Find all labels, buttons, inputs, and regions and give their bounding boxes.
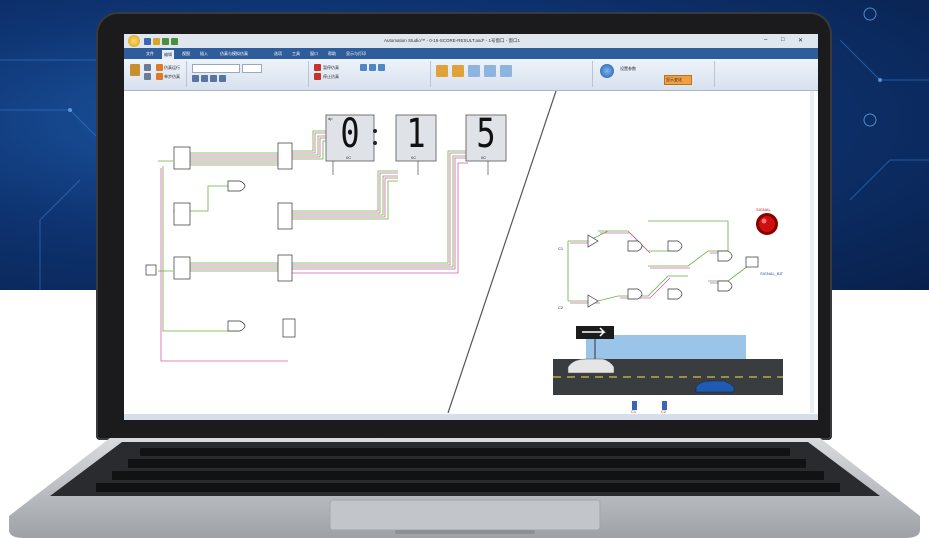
digit-label-2: 0C bbox=[411, 155, 417, 160]
undo-icon[interactable] bbox=[162, 38, 169, 45]
ribbon-group-draw: 暂停仿真 停止仿真 bbox=[310, 61, 431, 87]
step-simulation-icon[interactable] bbox=[156, 73, 163, 80]
diagram-canvas[interactable]: 0 : 1 5 dp 0C 0C 0C SIGNAL C1 C2 SIGNAL_… bbox=[128, 90, 814, 414]
tab-insert[interactable]: 插入 bbox=[200, 51, 208, 57]
digit-ones: 1 bbox=[406, 111, 426, 157]
car-icon bbox=[695, 380, 735, 393]
tab-display-print[interactable]: 显示与打印 bbox=[346, 51, 366, 57]
line-tool-icon[interactable] bbox=[360, 64, 367, 71]
status-bar bbox=[124, 414, 818, 420]
rect-tool-icon[interactable] bbox=[369, 64, 376, 71]
ribbon-group-format bbox=[188, 61, 309, 87]
pause-icon[interactable] bbox=[314, 64, 321, 71]
ribbon-group-clipboard: 仿真运行 单步仿真 bbox=[126, 61, 187, 87]
size-select[interactable] bbox=[242, 64, 262, 73]
digit-label-1: 0C bbox=[346, 155, 352, 160]
tab-help[interactable]: 帮助 bbox=[328, 51, 336, 57]
bold-icon[interactable] bbox=[192, 75, 199, 82]
car-icon bbox=[567, 358, 615, 374]
circle-tool-icon[interactable] bbox=[378, 64, 385, 71]
tab-view[interactable]: 视图 bbox=[182, 51, 190, 57]
close-button[interactable]: ✕ bbox=[798, 37, 803, 44]
tab-options[interactable]: 选项 bbox=[274, 51, 282, 57]
ungroup-icon[interactable] bbox=[484, 65, 496, 77]
tab-file[interactable]: 文件 bbox=[146, 51, 154, 57]
display-changes-label[interactable]: 显示变化 bbox=[666, 77, 682, 83]
group-icon[interactable] bbox=[468, 65, 480, 77]
ribbon-group-arrange bbox=[432, 61, 593, 87]
pause-label[interactable]: 暂停仿真 bbox=[323, 65, 339, 71]
run-simulation-label[interactable]: 仿真运行 bbox=[164, 65, 180, 71]
circuit-diagram bbox=[145, 90, 783, 414]
cut-icon[interactable] bbox=[144, 64, 151, 71]
sensor-label-c1: C1 bbox=[558, 246, 564, 251]
tab-tools[interactable]: 工具 bbox=[292, 51, 300, 57]
digit-pin-label: dp bbox=[328, 116, 333, 121]
database-icon[interactable] bbox=[600, 64, 614, 78]
tab-simulation[interactable]: 仿真与模拟仿真 bbox=[220, 51, 248, 57]
sensor-label-c2: C2 bbox=[558, 305, 564, 310]
align-icon[interactable] bbox=[219, 75, 226, 82]
road-scene bbox=[553, 326, 783, 410]
ribbon-tabs: 文件 编辑 视图 插入 仿真与模拟仿真 选项 工具 窗口 帮助 显示与打印 bbox=[124, 48, 818, 59]
tab-edit[interactable]: 编辑 bbox=[162, 50, 174, 59]
settings-label[interactable]: 设置参数 bbox=[620, 66, 636, 72]
lamp-label: SIGNAL bbox=[756, 207, 771, 212]
laptop-base bbox=[9, 438, 920, 538]
app-logo-icon[interactable] bbox=[128, 35, 140, 47]
stop-label[interactable]: 停止仿真 bbox=[323, 74, 339, 80]
minimize-button[interactable]: – bbox=[764, 37, 767, 43]
redo-icon[interactable] bbox=[171, 38, 178, 45]
italic-icon[interactable] bbox=[201, 75, 208, 82]
layer-icon[interactable] bbox=[500, 65, 512, 77]
tab-window[interactable]: 窗口 bbox=[310, 51, 318, 57]
digit-seconds: 5 bbox=[476, 111, 496, 157]
open-icon[interactable] bbox=[153, 38, 160, 45]
output-label: SIGNAL_BIT bbox=[760, 271, 784, 276]
ribbon-toolbar: 仿真运行 单步仿真 暂停仿真 停止仿真 设置参数 显示变化 bbox=[124, 59, 818, 91]
flip-icon[interactable] bbox=[452, 65, 464, 77]
digit-tens: 0 bbox=[340, 111, 360, 157]
title-bar: Automation Studio™ - 0-15-SCORE-RESULT.a… bbox=[124, 34, 818, 49]
stop-icon[interactable] bbox=[314, 73, 321, 80]
paste-icon[interactable] bbox=[130, 64, 140, 76]
step-simulation-label[interactable]: 单步仿真 bbox=[164, 74, 180, 80]
window-title: Automation Studio™ - 0-15-SCORE-RESULT.a… bbox=[384, 38, 520, 43]
application-screen: Automation Studio™ - 0-15-SCORE-RESULT.a… bbox=[124, 34, 818, 420]
copy-icon[interactable] bbox=[144, 73, 151, 80]
run-simulation-icon[interactable] bbox=[156, 64, 163, 71]
digit-label-3: 0C bbox=[481, 155, 487, 160]
ribbon-group-project: 设置参数 显示变化 bbox=[594, 61, 715, 87]
font-select[interactable] bbox=[192, 64, 240, 73]
rotate-icon[interactable] bbox=[436, 65, 448, 77]
vertical-scrollbar[interactable] bbox=[810, 91, 814, 413]
save-icon[interactable] bbox=[144, 38, 151, 45]
underline-icon[interactable] bbox=[210, 75, 217, 82]
maximize-button[interactable]: □ bbox=[781, 37, 785, 43]
